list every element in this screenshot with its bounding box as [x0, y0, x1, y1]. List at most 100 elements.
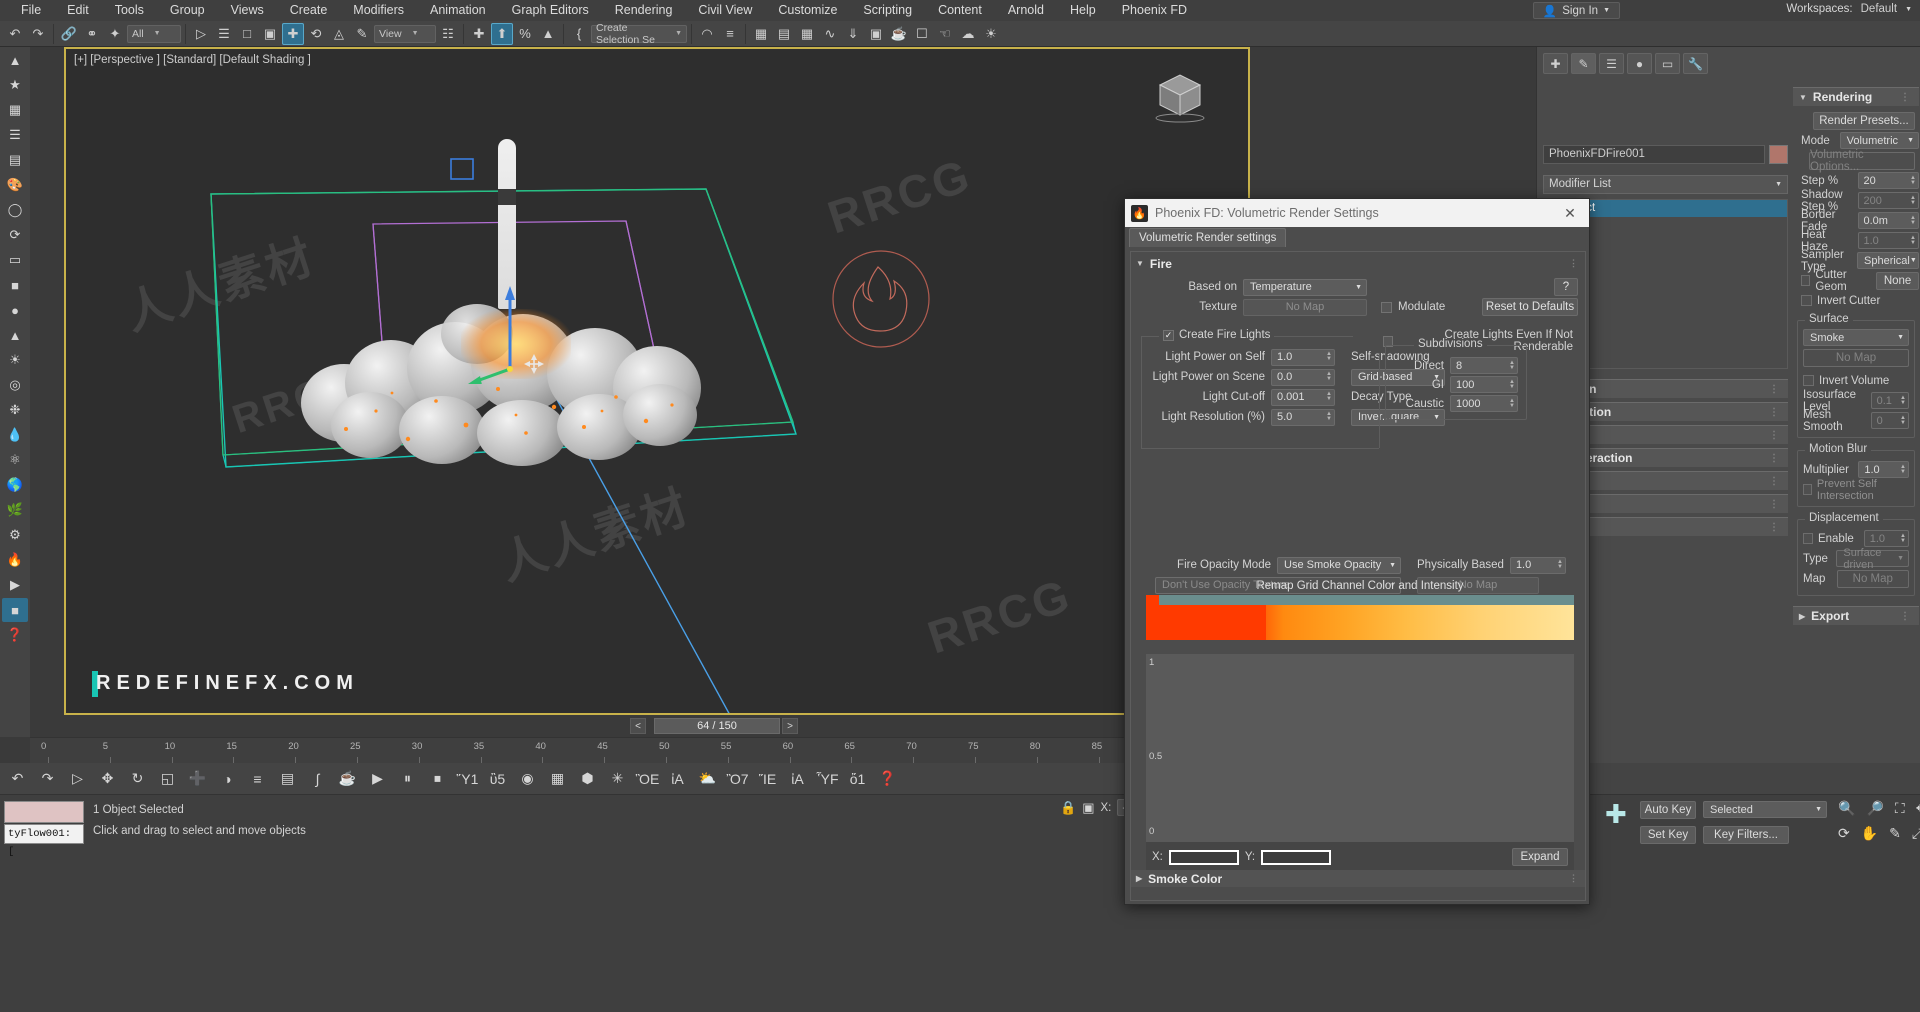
surface-channel-dropdown[interactable]: Smoke ▼	[1803, 329, 1909, 346]
spinner-arrows[interactable]: ▲▼	[1910, 215, 1916, 226]
fire-texture-map-button[interactable]: No Map	[1243, 298, 1367, 316]
undo-icon[interactable]: ↶	[6, 767, 29, 790]
move-icon[interactable]: ✥	[96, 767, 119, 790]
expand-button[interactable]: Expand	[1512, 848, 1568, 866]
mirror-icon[interactable]: ◠	[696, 23, 718, 45]
menu-item-modifiers[interactable]: Modifiers	[340, 0, 417, 21]
fire-section-header[interactable]: ▼ Fire ⋮	[1131, 255, 1585, 272]
menu-item-animation[interactable]: Animation	[417, 0, 499, 21]
spinner-snap-icon[interactable]: ▲	[537, 23, 559, 45]
spinner-arrows[interactable]: ▲▼	[1910, 235, 1916, 246]
select-link-icon[interactable]: 🔗	[58, 23, 80, 45]
orbit-icon[interactable]: ⟳	[1838, 825, 1850, 842]
spinner-arrows[interactable]: ▲▼	[1910, 175, 1916, 186]
menu-item-create[interactable]: Create	[277, 0, 341, 21]
spinner-arrows[interactable]: ▲▼	[1900, 533, 1906, 544]
plane-icon[interactable]: ▭	[2, 248, 28, 272]
menu-item-phoenix-fd[interactable]: Phoenix FD	[1109, 0, 1200, 21]
zoom-extents-icon[interactable]: ⛶	[1895, 800, 1905, 817]
caustic-subdivs-spinner[interactable]: 1000 ▲ ▼	[1450, 395, 1518, 412]
display-tab-icon[interactable]: ▭	[1655, 53, 1680, 74]
angle-snap-icon[interactable]: ⬆	[491, 22, 513, 45]
play-icon[interactable]: ▶	[366, 767, 389, 790]
light-resolution-spinner[interactable]: 5.0 ▲ ▼	[1271, 408, 1335, 426]
named-selection-set-input[interactable]: Create Selection Se ▼	[591, 22, 687, 46]
rendered-frame-icon[interactable]: ☐	[911, 23, 933, 45]
scene-explorer-icon[interactable]: ▤	[773, 23, 795, 45]
light-power-self-spinner[interactable]: 1.0 ▲ ▼	[1271, 348, 1335, 366]
cutter-geom-button[interactable]: None	[1876, 271, 1920, 290]
stop-icon[interactable]: ⏹	[426, 767, 449, 790]
spiral-icon[interactable]: ⟳	[2, 223, 28, 247]
prevent-self-intersection-checkbox[interactable]	[1803, 484, 1812, 495]
displacement-map-button[interactable]: No Map	[1836, 569, 1909, 588]
gi-subdivs-spinner[interactable]: 100 ▲ ▼	[1450, 376, 1518, 393]
displacement-enable-checkbox[interactable]	[1803, 533, 1813, 544]
shadow-step-spinner[interactable]: 200 ▲ ▼	[1857, 192, 1919, 209]
sampler-type-dropdown[interactable]: Spherical ▼	[1857, 252, 1919, 269]
layers-icon[interactable]: ▤	[276, 767, 299, 790]
select-and-scale-icon[interactable]: ◬	[328, 23, 350, 45]
object-color-swatch[interactable]	[1769, 145, 1788, 164]
spinner-arrows[interactable]: ▲▼	[1326, 391, 1332, 402]
create-object-icon[interactable]: ★	[2, 73, 28, 97]
fluid-icon[interactable]: ἰA	[666, 767, 689, 790]
menu-item-edit[interactable]: Edit	[54, 0, 102, 21]
edit-named-selection-icon[interactable]: {	[568, 23, 590, 45]
volumetric-render-settings-dialog[interactable]: 🔥 Phoenix FD: Volumetric Render Settings…	[1124, 198, 1590, 905]
leaf-icon[interactable]: 🌿	[2, 498, 28, 522]
menu-item-rendering[interactable]: Rendering	[602, 0, 686, 21]
perspective-viewport[interactable]: [+] [Perspective ] [Standard] [Default S…	[64, 47, 1250, 715]
unlink-icon[interactable]: ⚭	[81, 23, 103, 45]
spinner-arrows[interactable]: ▲▼	[1326, 351, 1332, 362]
key-mode-dropdown[interactable]: Selected ▼	[1703, 801, 1827, 818]
help-icon[interactable]: ❓	[876, 767, 899, 790]
walkthrough-icon[interactable]: ✎	[1889, 825, 1901, 842]
border-fade-spinner[interactable]: 0.0m ▲ ▼	[1857, 212, 1919, 229]
select-and-place-icon[interactable]: ✎	[351, 23, 373, 45]
hierarchy-tab-icon[interactable]: ☰	[1599, 53, 1624, 74]
flame-icon[interactable]: 🔥	[2, 548, 28, 572]
menu-item-customize[interactable]: Customize	[765, 0, 850, 21]
ribbon-icon[interactable]: ▦	[796, 23, 818, 45]
redo-icon[interactable]: ↷	[27, 23, 49, 45]
paint-icon[interactable]: 🎨	[2, 173, 28, 197]
select-object-icon[interactable]: ▷	[190, 23, 212, 45]
cone-icon[interactable]: ▲	[2, 323, 28, 347]
based-on-dropdown[interactable]: Temperature ▼	[1243, 278, 1367, 296]
modulate-checkbox[interactable]	[1381, 301, 1392, 313]
grid-icon[interactable]: ▤	[2, 148, 28, 172]
mesh-icon[interactable]: ⬢	[576, 767, 599, 790]
select-icon[interactable]: ▷	[66, 767, 89, 790]
sign-in-button[interactable]: 👤 Sign In ▼	[1532, 2, 1620, 19]
create-shape-icon[interactable]: ▲	[2, 48, 28, 72]
workspaces-selector[interactable]: Workspaces: Default ▼	[1786, 3, 1912, 15]
help-button[interactable]: ?	[1554, 278, 1578, 296]
spinner-arrows[interactable]: ▲▼	[1509, 360, 1515, 371]
spinner-arrows[interactable]: ▲▼	[1900, 464, 1906, 475]
frame-next-button[interactable]: >	[782, 718, 798, 734]
smoke-color-section-header[interactable]: ▶ Smoke Color ⋮	[1131, 870, 1585, 887]
displacement-amount-spinner[interactable]: 1.0 ▲ ▼	[1863, 530, 1909, 547]
select-and-rotate-icon[interactable]: ⟲	[305, 23, 327, 45]
expand-rail-icon[interactable]: ▶	[2, 573, 28, 597]
help-rail-icon[interactable]: ❓	[2, 623, 28, 647]
render-iterative-icon[interactable]: ☁	[957, 23, 979, 45]
remap-x-input[interactable]	[1168, 849, 1239, 865]
mesh-smooth-spinner[interactable]: 0 ▲ ▼	[1870, 412, 1909, 429]
move-gizmo[interactable]	[466, 264, 586, 384]
percent-snap-icon[interactable]: %	[514, 23, 536, 45]
menu-item-file[interactable]: File	[8, 0, 54, 21]
modifier-list-dropdown[interactable]: Modifier List ▼	[1543, 175, 1788, 194]
remap-y-input[interactable]	[1261, 849, 1332, 865]
curve-graph[interactable]: 1 0.5 0	[1146, 654, 1574, 842]
flame-icon[interactable]: ὒ5	[486, 767, 509, 790]
spinner-arrows[interactable]: ▲▼	[1900, 415, 1906, 426]
curve-editor-icon[interactable]: ∫	[306, 767, 329, 790]
align-icon[interactable]: ≡	[246, 767, 269, 790]
step-percent-spinner[interactable]: 20 ▲ ▼	[1857, 172, 1919, 189]
gear-tool-icon[interactable]: ⚙	[2, 523, 28, 547]
invert-volume-checkbox[interactable]	[1803, 375, 1814, 386]
list-icon[interactable]: ☰	[2, 123, 28, 147]
gradient-ramp[interactable]	[1146, 595, 1574, 640]
